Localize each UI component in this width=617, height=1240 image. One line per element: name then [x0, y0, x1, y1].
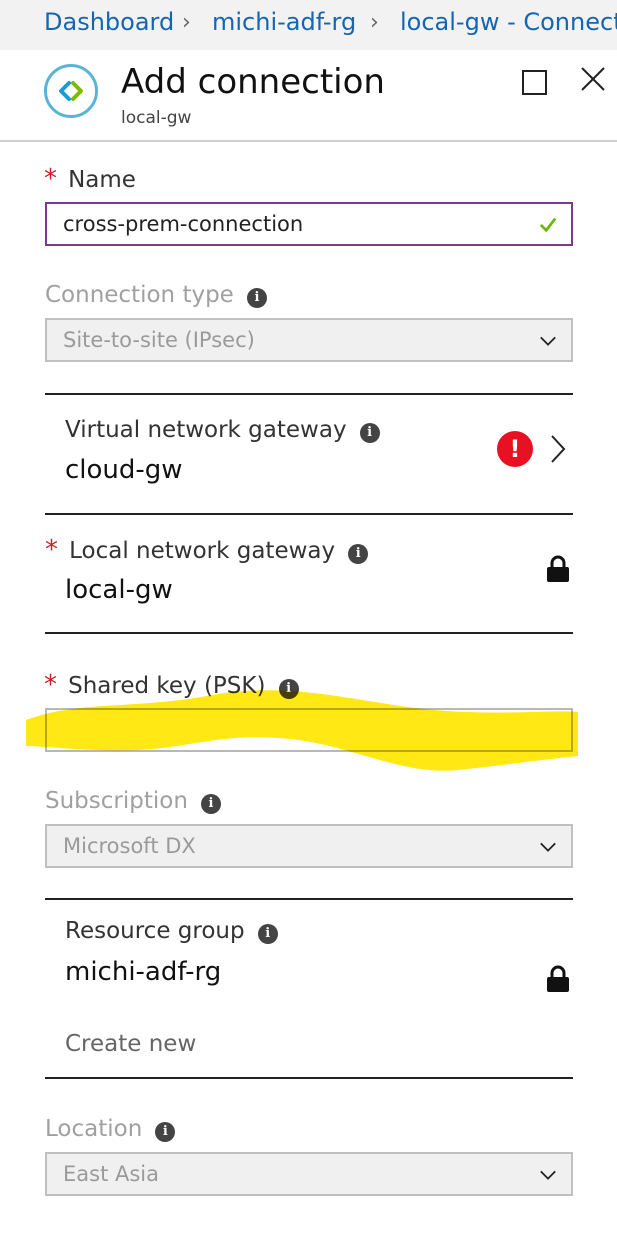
required-marker: *	[44, 670, 57, 700]
info-icon[interactable]: i	[257, 923, 278, 944]
subscription-select[interactable]: Microsoft DX	[45, 824, 573, 868]
vnet-gateway-value: cloud-gw	[65, 455, 183, 485]
name-label-row: * Name	[44, 164, 136, 194]
info-icon[interactable]: i	[278, 678, 299, 699]
location-value: East Asia	[63, 1162, 159, 1186]
vnet-gateway-label-row: Virtual network gateway i	[65, 417, 380, 443]
local-gateway-label-row: * Local network gateway i	[45, 535, 369, 565]
info-icon[interactable]: i	[201, 793, 222, 814]
shared-key-input[interactable]	[45, 708, 573, 752]
resource-group-label-row: Resource group i	[65, 918, 278, 944]
required-marker: *	[44, 164, 57, 194]
name-label: Name	[68, 167, 136, 193]
lock-icon	[547, 965, 569, 992]
chevron-down-icon	[540, 842, 556, 852]
checkmark-icon	[539, 217, 557, 233]
create-new-link[interactable]: Create new	[65, 1031, 196, 1057]
local-gateway-value: local-gw	[65, 575, 173, 605]
location-select[interactable]: East Asia	[45, 1152, 573, 1196]
location-label: Location	[45, 1116, 143, 1142]
resource-group-label: Resource group	[65, 918, 245, 944]
error-icon: !	[497, 431, 533, 467]
location-label-row: Location i	[45, 1116, 176, 1142]
info-icon[interactable]: i	[348, 543, 369, 564]
breadcrumb: Dashboard › michi-adf-rg › local-gw - Co…	[0, 0, 617, 50]
maximize-button[interactable]	[522, 70, 547, 95]
chevron-right-icon	[551, 435, 566, 463]
subscription-label: Subscription	[45, 788, 188, 814]
connection-type-label-row: Connection type i	[45, 282, 267, 308]
blade-header: Add connection local-gw	[0, 50, 617, 142]
shared-key-label: Shared key (PSK)	[68, 673, 266, 699]
breadcrumb-separator-icon: ›	[370, 10, 379, 35]
breadcrumb-connections[interactable]: local-gw - Connections	[400, 8, 617, 36]
subscription-label-row: Subscription i	[45, 788, 222, 814]
info-icon[interactable]: i	[246, 287, 267, 308]
connection-type-select[interactable]: Site-to-site (IPsec)	[45, 318, 573, 362]
divider	[45, 1077, 573, 1079]
breadcrumb-separator-icon: ›	[182, 10, 191, 35]
required-marker: *	[45, 535, 58, 565]
vnet-gateway-label: Virtual network gateway	[65, 417, 347, 443]
breadcrumb-resource-group[interactable]: michi-adf-rg	[212, 8, 356, 36]
vnet-gateway-selector[interactable]: Virtual network gateway i cloud-gw !	[45, 395, 573, 513]
name-input[interactable]: cross-prem-connection	[45, 202, 573, 246]
subscription-value: Microsoft DX	[63, 834, 196, 858]
resource-group-value: michi-adf-rg	[65, 957, 222, 987]
divider	[45, 513, 573, 515]
connection-icon	[44, 64, 98, 118]
shared-key-label-row: * Shared key (PSK) i	[44, 670, 299, 700]
breadcrumb-dashboard[interactable]: Dashboard	[44, 8, 174, 36]
lock-icon	[547, 555, 569, 582]
local-gateway-label: Local network gateway	[69, 538, 336, 564]
chevron-down-icon	[540, 1170, 556, 1180]
chevron-down-icon	[540, 336, 556, 346]
divider	[45, 632, 573, 634]
info-icon[interactable]: i	[155, 1121, 176, 1142]
page-title: Add connection	[121, 62, 385, 102]
name-input-value: cross-prem-connection	[63, 212, 304, 236]
divider	[45, 898, 573, 900]
close-icon[interactable]	[578, 64, 608, 94]
info-icon[interactable]: i	[359, 422, 380, 443]
connection-type-label: Connection type	[45, 282, 234, 308]
connection-type-value: Site-to-site (IPsec)	[63, 328, 255, 352]
page-subtitle: local-gw	[121, 108, 192, 128]
